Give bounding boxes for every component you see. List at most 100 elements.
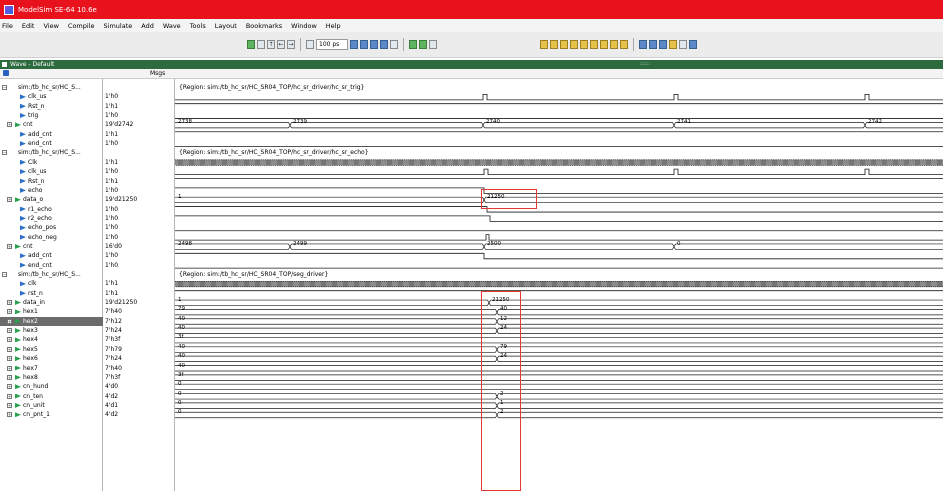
edge-rising-icon[interactable]	[590, 40, 598, 49]
menu-tools[interactable]: Tools	[190, 22, 206, 30]
signal-row-clk-us[interactable]: clk_us	[0, 92, 103, 101]
menu-wave[interactable]: Wave	[163, 22, 181, 30]
signal-values-panel[interactable]: 1'h0 1'h1 1'h0 19'd2742 1'h1 1'h0 1'h1 1'h0 1'h1…	[103, 79, 175, 491]
signal-row-r1-echo[interactable]: r1_echo	[0, 205, 103, 214]
signal-row-hex8[interactable]: + hex8	[0, 373, 103, 382]
menu-simulate[interactable]: Simulate	[104, 22, 133, 30]
collapse-icon[interactable]: −	[2, 150, 7, 156]
stop-icon[interactable]	[390, 40, 398, 49]
signal-row-hex1[interactable]: + hex1	[0, 307, 103, 316]
expand-icon[interactable]: +	[7, 243, 12, 249]
expand-icon[interactable]: +	[7, 300, 12, 306]
edge-falling-icon[interactable]	[580, 40, 588, 49]
edge-prev-icon[interactable]	[560, 40, 568, 49]
break-icon[interactable]	[380, 40, 388, 49]
signal-row-add-cnt[interactable]: add_cnt	[0, 130, 103, 139]
menu-layout[interactable]: Layout	[215, 22, 237, 30]
expand-icon[interactable]: +	[7, 356, 12, 362]
expand-icon[interactable]: +	[7, 337, 12, 343]
collapse-icon[interactable]: −	[2, 272, 7, 277]
step-over-icon[interactable]	[419, 40, 427, 49]
signal-row-cn-hund[interactable]: + cn_hund	[0, 382, 103, 391]
wave-icon[interactable]	[257, 40, 265, 49]
signal-row-rst-n[interactable]: Rst_n	[0, 177, 103, 186]
edge-next-icon[interactable]	[570, 40, 578, 49]
wave-window-header[interactable]: Wave - Default ::::::	[0, 60, 943, 69]
signal-row-hex7[interactable]: + hex7	[0, 364, 103, 373]
expand-icon[interactable]: +	[7, 346, 12, 352]
signal-row-hex2[interactable]: + hex2	[0, 316, 103, 326]
signal-group-row[interactable]: − sim:/tb_hc_sr/HC_S...	[0, 270, 103, 279]
signal-row-hex5[interactable]: + hex5	[0, 345, 103, 354]
signal-row-data-in[interactable]: + data_in	[0, 298, 103, 307]
back-icon[interactable]: ←	[277, 40, 285, 49]
drag-handle-icon[interactable]: ::::::	[640, 62, 650, 67]
expand-icon[interactable]: +	[7, 328, 12, 334]
pointer-tool-icon[interactable]	[3, 70, 9, 76]
waveform-canvas[interactable]	[175, 79, 943, 491]
expand-icon[interactable]: +	[7, 318, 12, 324]
expand-icon[interactable]: +	[7, 393, 12, 399]
step-out-icon[interactable]	[429, 40, 437, 49]
menu-bookmarks[interactable]: Bookmarks	[246, 22, 282, 30]
signal-row-clk[interactable]: clk	[0, 279, 103, 288]
signal-row-echo-neg[interactable]: echo_neg	[0, 233, 103, 242]
zoom-last-icon[interactable]	[689, 40, 697, 49]
collapse-icon[interactable]: −	[2, 85, 7, 90]
zoom-range-icon[interactable]	[679, 40, 687, 49]
signal-row-rst-n[interactable]: rst_n	[0, 289, 103, 298]
zoom-out-icon[interactable]	[649, 40, 657, 49]
signal-row-hex3[interactable]: + hex3	[0, 326, 103, 335]
signal-row-clk-us[interactable]: clk_us	[0, 167, 103, 176]
restart-icon[interactable]	[306, 40, 314, 49]
menu-compile[interactable]: Compile	[68, 22, 95, 30]
signal-row-cn-unit[interactable]: + cn_unit	[0, 401, 103, 410]
menu-help[interactable]: Help	[326, 22, 341, 30]
edge-any-icon[interactable]	[600, 40, 608, 49]
expand-icon[interactable]: +	[7, 309, 12, 315]
signal-row-cnt[interactable]: + cnt	[0, 242, 103, 251]
cursor-add-icon[interactable]	[540, 40, 548, 49]
zoom-cursor-icon[interactable]	[669, 40, 677, 49]
signal-group-row[interactable]: − sim:/tb_hc_sr/HC_S...	[0, 148, 103, 157]
signal-row-data-o[interactable]: + data_o	[0, 195, 103, 204]
run-length-field[interactable]: 100 ps	[316, 39, 348, 50]
menu-window[interactable]: Window	[291, 22, 317, 30]
expand-icon[interactable]: +	[7, 122, 12, 128]
expand-icon[interactable]: +	[7, 384, 12, 390]
run-length-icon[interactable]	[350, 40, 358, 49]
step-into-icon[interactable]	[409, 40, 417, 49]
expand-icon[interactable]: +	[7, 365, 12, 371]
signal-group-row[interactable]: − sim:/tb_hc_sr/HC_S...	[0, 83, 103, 92]
menu-add[interactable]: Add	[141, 22, 154, 30]
menu-view[interactable]: View	[43, 22, 58, 30]
expand-icon[interactable]: +	[7, 374, 12, 380]
expand-icon[interactable]: +	[7, 197, 12, 203]
signal-row-echo[interactable]: echo	[0, 186, 103, 195]
signal-row-cn-ten[interactable]: + cn_ten	[0, 392, 103, 401]
expand-icon[interactable]: +	[7, 412, 12, 418]
signal-row-end-cnt[interactable]: end_cnt	[0, 261, 103, 270]
run-all-icon[interactable]	[360, 40, 368, 49]
signal-row-cn-pnt-1[interactable]: + cn_pnt_1	[0, 410, 103, 419]
signal-row-echo-pos[interactable]: echo_pos	[0, 223, 103, 232]
signal-row-trig[interactable]: trig	[0, 111, 103, 120]
wave-bookmark-icon[interactable]	[620, 40, 628, 49]
signal-names-panel[interactable]: − sim:/tb_hc_sr/HC_S... clk_us Rst_n trig + cn…	[0, 79, 103, 491]
signal-row-clk[interactable]: Clk	[0, 158, 103, 167]
signal-row-cnt[interactable]: + cnt	[0, 120, 103, 129]
step-icon[interactable]: ↑	[267, 40, 275, 49]
expand-icon[interactable]: +	[7, 402, 12, 408]
zoom-in-icon[interactable]	[639, 40, 647, 49]
signal-row-add-cnt[interactable]: add_cnt	[0, 251, 103, 260]
menu-edit[interactable]: Edit	[22, 22, 35, 30]
forward-icon[interactable]: →	[287, 40, 295, 49]
signal-row-end-cnt[interactable]: end_cnt	[0, 139, 103, 148]
window-menu-icon[interactable]	[2, 62, 7, 67]
menu-file[interactable]: File	[2, 22, 13, 30]
signal-row-r2-echo[interactable]: r2_echo	[0, 214, 103, 223]
signal-row-rst-n[interactable]: Rst_n	[0, 102, 103, 111]
signal-row-hex4[interactable]: + hex4	[0, 335, 103, 344]
waveform-panel[interactable]: {Region: sim:/tb_hc_sr/HC_SR04_TOP/hc_sr…	[175, 79, 943, 491]
signal-row-hex6[interactable]: + hex6	[0, 354, 103, 363]
